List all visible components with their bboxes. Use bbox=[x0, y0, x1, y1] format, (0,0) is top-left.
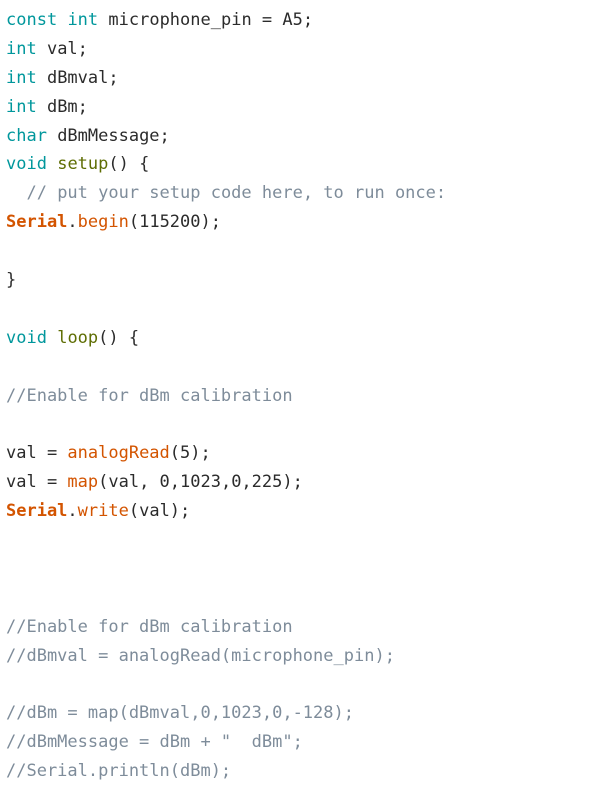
code-line: val = analogRead(5); bbox=[6, 439, 615, 468]
code-token-object: Serial bbox=[6, 501, 68, 522]
code-token-plain: dBmval; bbox=[36, 67, 119, 88]
code-token-builtin-function: analogRead bbox=[67, 443, 170, 464]
code-line: } bbox=[6, 266, 615, 295]
code-token-function-definition: loop bbox=[57, 327, 99, 348]
code-token-keyword: void bbox=[6, 327, 47, 348]
code-line: //dBmMessage = dBm + " dBm"; bbox=[6, 728, 615, 757]
code-token-plain: dBm; bbox=[36, 96, 88, 117]
code-line: // put your setup code here, to run once… bbox=[6, 179, 615, 208]
code-token-comment: //Enable for dBm calibration bbox=[6, 616, 293, 637]
code-token-plain: () { bbox=[98, 327, 140, 348]
code-token-plain: () { bbox=[108, 154, 150, 175]
code-token-plain: val; bbox=[36, 38, 88, 59]
code-token-comment: //Enable for dBm calibration bbox=[6, 385, 293, 406]
code-line: int dBmval; bbox=[6, 64, 615, 93]
code-line: int val; bbox=[6, 35, 615, 64]
code-token-plain: val = bbox=[6, 472, 68, 493]
code-line: Serial.begin(115200); bbox=[6, 208, 615, 237]
code-token-comment: //dBmMessage = dBm + " dBm"; bbox=[6, 732, 303, 753]
code-token-keyword: int bbox=[6, 67, 37, 88]
code-token-plain: (val, 0,1023,0,225); bbox=[98, 472, 303, 493]
code-token-plain: . bbox=[67, 212, 78, 233]
code-token-plain: } bbox=[6, 270, 17, 291]
code-line: val = map(val, 0,1023,0,225); bbox=[6, 468, 615, 497]
code-token-builtin-function: map bbox=[67, 472, 99, 493]
code-line: const int microphone_pin = A5; bbox=[6, 6, 615, 35]
code-line: void setup() { bbox=[6, 150, 615, 179]
code-line: //dBm = map(dBmval,0,1023,0,-128); bbox=[6, 699, 615, 728]
code-line: char dBmMessage; bbox=[6, 122, 615, 151]
code-token-keyword: int bbox=[67, 10, 99, 30]
code-token-plain: val = bbox=[6, 443, 68, 464]
code-line: //dBmval = analogRead(microphone_pin); bbox=[6, 642, 615, 671]
code-token-keyword: char bbox=[6, 125, 47, 146]
code-token-plain: . bbox=[67, 501, 78, 522]
code-token-builtin-function: begin bbox=[77, 212, 129, 233]
code-token-plain: microphone_pin = A5; bbox=[98, 10, 314, 30]
code-token-comment: //dBmval = analogRead(microphone_pin); bbox=[6, 645, 395, 666]
code-token-comment: //dBm = map(dBmval,0,1023,0,-128); bbox=[6, 703, 354, 724]
code-line: //Enable for dBm calibration bbox=[6, 382, 615, 411]
code-token-keyword: const bbox=[6, 10, 58, 30]
code-token-object: Serial bbox=[6, 212, 68, 233]
code-token-plain: (115200); bbox=[128, 212, 221, 233]
code-line: //Enable for dBm calibration bbox=[6, 613, 615, 642]
code-token-keyword: int bbox=[6, 96, 37, 117]
code-token-keyword: void bbox=[6, 154, 47, 175]
code-token-plain: (val); bbox=[128, 501, 191, 522]
code-line: int dBm; bbox=[6, 93, 615, 122]
code-line: Serial.write(val); bbox=[6, 497, 615, 526]
code-token-function-definition: setup bbox=[57, 154, 109, 175]
code-token-keyword: int bbox=[6, 38, 37, 59]
code-token-comment: // put your setup code here, to run once… bbox=[26, 183, 447, 204]
code-token-builtin-function: write bbox=[77, 501, 129, 522]
code-listing[interactable]: const int microphone_pin = A5; int val; in… bbox=[0, 0, 615, 791]
code-token-comment: //Serial.println(dBm); bbox=[6, 761, 232, 782]
code-line: //Serial.println(dBm); bbox=[6, 757, 615, 786]
code-line: void loop() { bbox=[6, 324, 615, 353]
code-token-plain: dBmMessage; bbox=[46, 125, 170, 146]
code-token-plain: (5); bbox=[169, 443, 211, 464]
